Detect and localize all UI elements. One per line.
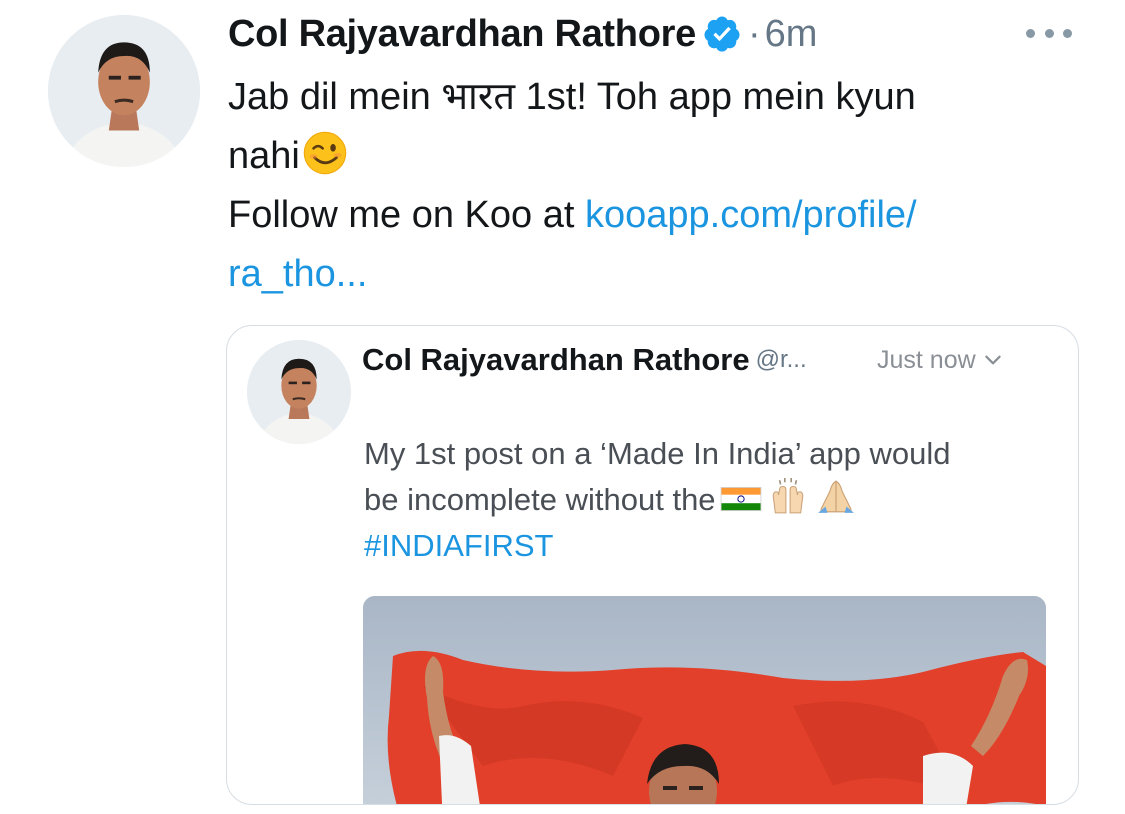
author-name[interactable]: Col Rajyavardhan Rathore: [228, 13, 696, 56]
quoted-author-name[interactable]: Col Rajyavardhan Rathore: [362, 342, 750, 378]
author-avatar[interactable]: [48, 15, 200, 167]
folded-hands-icon: [817, 480, 854, 513]
quoted-post-text: My 1st post on a ‘Made In India’ app wou…: [364, 431, 1054, 569]
tweet-text: Jab dil mein भारत 1st! Toh app mein kyun…: [228, 68, 1088, 304]
tweet-text-line-1: Jab dil mein भारत 1st! Toh app mein kyun: [228, 76, 916, 118]
quoted-post-image[interactable]: [363, 596, 1046, 804]
tweet-header: Col Rajyavardhan Rathore · 6m: [228, 6, 817, 62]
quoted-post-time-group[interactable]: Just now: [877, 340, 1004, 380]
tweet-text-line-3: Follow me on Koo at kooapp.com/profile/: [228, 186, 1088, 245]
flag-photo-image: [363, 596, 1046, 804]
profile-link[interactable]: kooapp.com/profile/: [585, 194, 917, 236]
raising-hands-icon: [772, 478, 803, 514]
quoted-author-avatar-image: [247, 340, 351, 444]
hashtag-link[interactable]: #INDIAFIRST: [364, 523, 1054, 569]
quoted-author-avatar[interactable]: [247, 340, 351, 444]
tweet-text-line-3-prefix: Follow me on Koo at: [228, 194, 585, 236]
tweet-text-line-2: nahi: [228, 127, 1088, 186]
tweet-text-line-2-text: nahi: [228, 135, 300, 177]
tweet-text-line-4: ra_tho...: [228, 245, 1088, 304]
profile-link-continued[interactable]: ra_tho...: [228, 253, 367, 295]
author-avatar-image: [48, 15, 200, 167]
tweet-separator: ·: [747, 12, 761, 55]
quoted-author-handle[interactable]: @r...: [756, 346, 807, 374]
quoted-post-timestamp: Just now: [877, 345, 976, 374]
quoted-text-line-2-text: be incomplete without the: [364, 482, 716, 517]
quoted-text-line-2: be incomplete without the: [364, 477, 1054, 523]
quoted-post-card[interactable]: Col Rajyavardhan Rathore @r... Just now …: [226, 325, 1079, 805]
more-options-icon[interactable]: [1026, 20, 1072, 46]
chevron-down-icon: [984, 355, 1001, 365]
wink-face-icon: [303, 131, 347, 175]
india-flag-icon: [720, 487, 761, 511]
tweet-timestamp[interactable]: 6m: [765, 13, 818, 56]
verified-badge-icon: [704, 16, 740, 52]
quoted-text-line-1: My 1st post on a ‘Made In India’ app wou…: [364, 436, 951, 471]
quoted-post-header: Col Rajyavardhan Rathore @r...: [362, 340, 807, 380]
